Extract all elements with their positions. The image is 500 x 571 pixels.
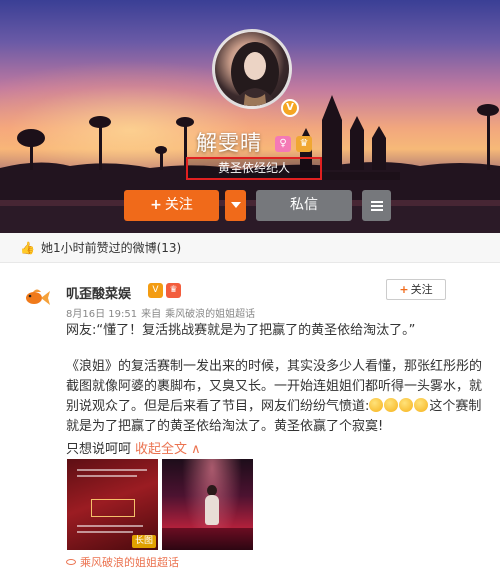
collapse-label: 收起全文 [135,442,188,457]
follow-author-button[interactable]: + 关注 [386,279,446,300]
author-name[interactable]: 叽歪酸菜娱 [66,283,131,302]
supertopic-icon [66,559,76,565]
post-quote: 网友:“懂了！复活挑战赛就是为了把赢了的黄圣依给淘汰了。” [66,323,416,338]
post-source[interactable]: 乘风破浪的姐姐超话 [165,309,255,320]
post-last-line: 只想说呵呵 收起全文 ∧ [66,438,201,457]
plus-icon: + [150,197,162,213]
collapse-text-link[interactable]: 收起全文 ∧ [135,442,201,457]
thumb-up-icon: 👍 [20,241,35,255]
follow-author-label: 关注 [410,283,433,296]
image-title-frame [91,499,135,517]
author-avatar[interactable] [21,281,51,311]
liked-posts-label: 她1小时前赞过的微博(13) [40,241,182,255]
long-image-tag: 长图 [131,535,156,548]
angry-emoji-icon [414,398,429,412]
profile-cover: V 解雯晴 ♀ ♛ 黄圣依经纪人 + 关注 私信 [0,0,500,233]
follow-button[interactable]: + 关注 [124,190,219,221]
post-last-text: 只想说呵呵 [66,442,132,457]
caret-down-icon [230,202,241,208]
liked-posts-bar[interactable]: 👍 她1小时前赞过的微博(13) [0,233,500,263]
post-source-prefix: 来自 [141,309,162,320]
author-badges: V ♛ [148,283,181,298]
angry-emoji-icon [399,398,414,412]
name-badges: ♀ ♛ [275,136,312,152]
angry-emoji-icon [384,398,399,412]
image-text-line [77,525,143,527]
post-body: 《浪姐》的复活赛制一发出来的时候，其实没多少人看懂，那张红彤彤的截图就像阿婆的裹… [66,357,486,437]
supertopic-label: 乘风破浪的姐姐超话 [80,556,179,569]
post-image-1[interactable]: 长图 [67,459,158,550]
image-text-line [77,469,147,471]
goldfish-icon [26,289,50,305]
profile-bio: 黄圣依经纪人 [186,157,322,180]
more-menu-button[interactable] [362,190,391,221]
female-gender-icon: ♀ [275,136,291,152]
menu-icon [362,190,391,211]
member-crown-icon[interactable]: ♛ [296,136,312,152]
post-card: 叽歪酸菜娱 V ♛ + 关注 8月16日 19:51 来自 乘风破浪的姐姐超话 网友:… [0,263,500,571]
supertopic-link[interactable]: 乘风破浪的姐姐超话 [66,554,179,570]
image-text-line [77,475,137,477]
performer-figure [205,495,219,525]
post-image-2[interactable] [162,459,253,550]
message-button[interactable]: 私信 [256,190,352,221]
post-meta: 8月16日 19:51 来自 乘风破浪的姐姐超话 [66,305,259,320]
angry-emoji-icon [369,398,384,412]
chevron-up-icon: ∧ [191,442,201,457]
post-date[interactable]: 8月16日 19:51 [66,309,137,320]
profile-name: 解雯晴 [196,131,262,155]
profile-avatar[interactable] [212,29,292,109]
stage-floor [162,528,253,550]
verified-badge-icon: V [281,99,299,117]
verified-v-icon: V [148,283,163,298]
follow-label: 关注 [164,197,193,213]
plus-icon: + [399,283,409,296]
image-text-line [77,531,133,533]
member-icon[interactable]: ♛ [166,283,181,298]
follow-dropdown-button[interactable] [225,190,246,221]
